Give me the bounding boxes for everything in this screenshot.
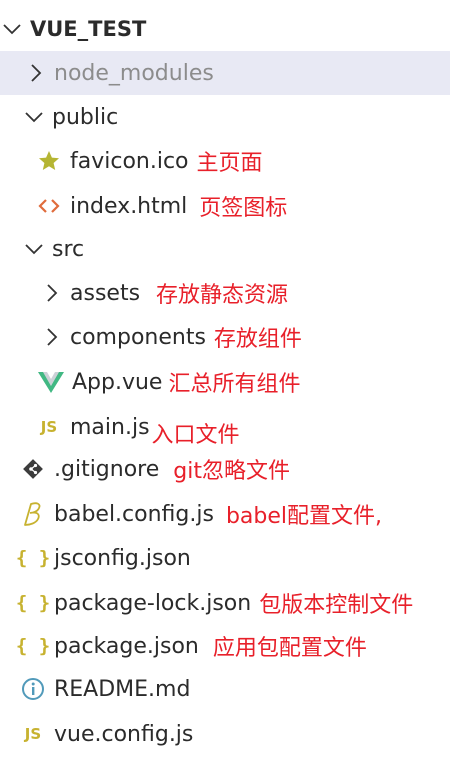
components-note: 存放组件 (213, 327, 302, 352)
package-lock-note: 包版本控制文件 (259, 593, 414, 618)
file-readme[interactable]: README.md (0, 667, 450, 711)
chevron-right-icon (42, 327, 62, 347)
root-label: VUE_TEST (30, 17, 147, 41)
chevron-down-icon (2, 19, 22, 39)
file-vue-config[interactable]: JS vue.config.js (0, 712, 450, 756)
favicon-note: 主页面 (196, 151, 263, 176)
js-icon-text: JS (24, 725, 42, 743)
assets-label: assets (70, 280, 141, 306)
file-jsconfig-json[interactable]: { } jsconfig.json (0, 536, 450, 580)
file-gitignore[interactable]: .gitignore git忽略文件 (0, 447, 450, 491)
assets-note: 存放静态资源 (156, 283, 289, 308)
file-app-vue[interactable]: App.vue 汇总所有组件 (0, 360, 450, 404)
package-label: package.json (54, 633, 199, 659)
js-icon: JS (36, 414, 62, 440)
folder-components[interactable]: components 存放组件 (0, 315, 450, 359)
folder-node-modules[interactable]: node_modules (0, 51, 450, 95)
folder-root[interactable]: VUE_TEST (0, 7, 450, 51)
json-braces-icon: { } (16, 633, 50, 659)
readme-label: README.md (54, 676, 191, 702)
git-icon (20, 456, 46, 482)
file-main-js[interactable]: JS main.js 入口文件 (0, 405, 450, 449)
index-note: 页签图标 (199, 196, 288, 221)
vue-config-label: vue.config.js (54, 721, 194, 747)
favicon-label: favicon.ico (70, 148, 189, 174)
file-babel-config[interactable]: babel.config.js babel配置文件, (0, 492, 450, 536)
js-icon: JS (20, 721, 46, 747)
json-braces-icon: { } (16, 545, 50, 571)
package-lock-label: package-lock.json (54, 590, 252, 616)
file-package-lock-json[interactable]: { } package-lock.json 包版本控制文件 (0, 581, 450, 625)
babel-note: babel配置文件, (225, 504, 383, 529)
html-code-icon (36, 193, 62, 219)
chevron-down-icon (24, 239, 44, 259)
components-label: components (70, 324, 206, 350)
jsconfig-label: jsconfig.json (54, 545, 191, 571)
info-icon (20, 676, 46, 702)
folder-src[interactable]: src (0, 227, 450, 271)
folder-public[interactable]: public (0, 95, 450, 139)
file-package-json[interactable]: { } package.json 应用包配置文件 (0, 624, 450, 668)
index-label: index.html (70, 193, 188, 219)
file-index-html[interactable]: index.html 页签图标 (0, 184, 450, 228)
chevron-right-icon (42, 283, 62, 303)
public-label: public (52, 104, 119, 130)
main-js-note: 入口文件 (151, 423, 240, 448)
gitignore-note: git忽略文件 (173, 459, 290, 484)
node-modules-label: node_modules (54, 60, 214, 86)
src-label: src (52, 236, 85, 262)
vue-icon (38, 369, 64, 395)
json-braces-text: { } (15, 592, 51, 614)
js-icon-text: JS (40, 418, 58, 436)
main-js-label: main.js (70, 414, 150, 440)
gitignore-label: .gitignore (54, 456, 160, 482)
json-braces-text: { } (15, 547, 51, 569)
explorer-panel: { "root": { "label": "VUE_TEST" }, "item… (0, 0, 450, 768)
json-braces-icon: { } (16, 590, 50, 616)
app-vue-note: 汇总所有组件 (168, 372, 301, 397)
chevron-right-icon (26, 63, 46, 83)
babel-label: babel.config.js (54, 501, 214, 527)
json-braces-text: { } (15, 635, 51, 657)
babel-icon (20, 501, 46, 527)
folder-assets[interactable]: assets 存放静态资源 (0, 271, 450, 315)
package-note: 应用包配置文件 (212, 636, 367, 661)
star-icon (36, 148, 62, 174)
chevron-down-icon (24, 107, 44, 127)
app-vue-label: App.vue (72, 369, 163, 395)
file-favicon[interactable]: favicon.ico 主页面 (0, 139, 450, 183)
